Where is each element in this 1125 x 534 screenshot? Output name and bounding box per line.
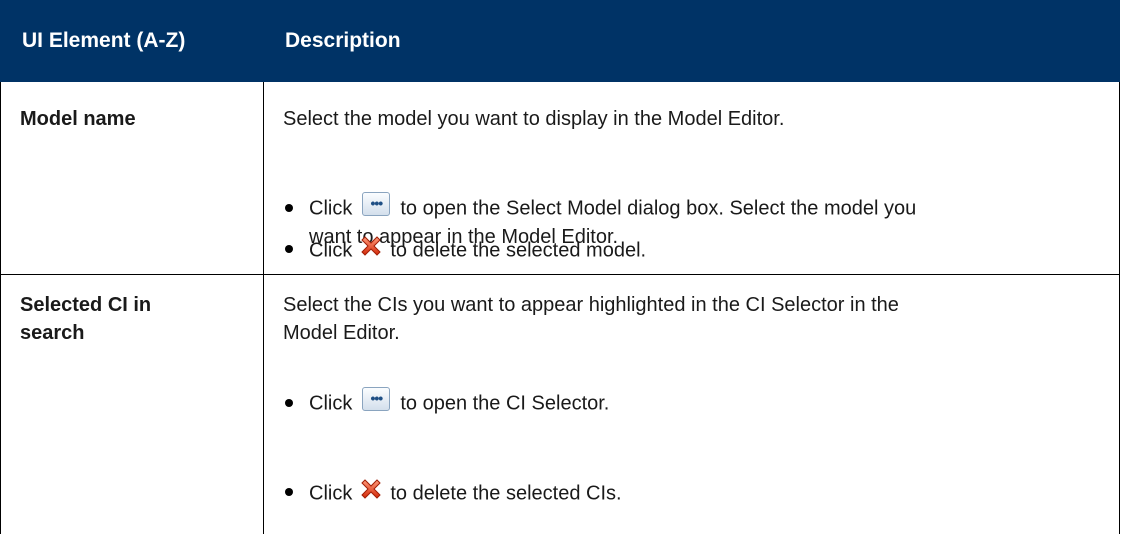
header-description: Description: [285, 29, 401, 52]
ui-element-table: UI Element (A-Z) Description Model name …: [0, 0, 1120, 534]
bullet-prefix: Click: [309, 239, 353, 262]
delete-icon: [358, 233, 384, 259]
browse-icon: •••: [362, 387, 391, 411]
element-name-selected-ci-in-search: Selected CI in search: [20, 291, 245, 347]
bullet-prefix: Click: [309, 392, 353, 415]
bullet-text: to delete the selected CIs.: [390, 482, 622, 505]
table-column-divider: [263, 82, 264, 534]
description-line2: Model Editor.: [283, 322, 400, 344]
bullet-dot: [285, 204, 293, 212]
delete-icon: [358, 476, 384, 502]
table-border-left: [0, 82, 1, 534]
bullet-text: to open the CI Selector.: [400, 392, 610, 415]
description-line1: Select the CIs you want to appear highli…: [283, 294, 899, 316]
element-name-line1: Selected CI in: [20, 294, 152, 316]
element-name-model-name: Model name: [20, 108, 136, 130]
bullet-dot: [285, 399, 293, 407]
bullet-dot: [285, 245, 293, 253]
browse-icon: •••: [362, 192, 391, 216]
bullet-text: to delete the selected model.: [390, 239, 647, 262]
header-ui-element: UI Element (A-Z): [22, 29, 186, 52]
table-border-right: [1119, 82, 1120, 534]
element-name-line2: search: [20, 322, 85, 344]
bullet-prefix: Click: [309, 482, 353, 505]
bullet-prefix: Click: [309, 197, 353, 220]
table-row-divider: [0, 274, 1120, 275]
bullet-text: to open the Select Model dialog box. Sel…: [400, 197, 917, 220]
description-selected-ci: Select the CIs you want to appear highli…: [283, 291, 1093, 347]
table-header-row: UI Element (A-Z) Description: [0, 0, 1120, 82]
bullet-dot: [285, 488, 293, 496]
description-model-name: Select the model you want to display in …: [283, 108, 785, 130]
